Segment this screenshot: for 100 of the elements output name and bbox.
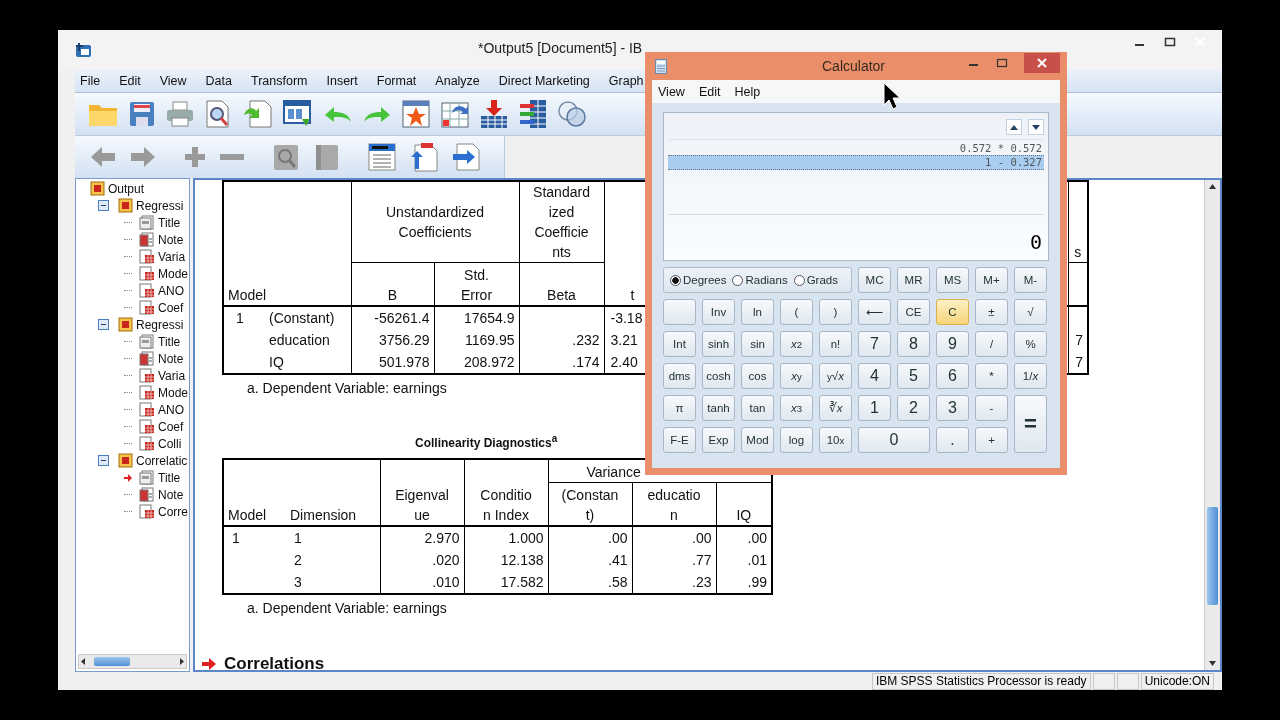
printer-icon[interactable] bbox=[165, 100, 195, 128]
calculator-key[interactable]: sin bbox=[741, 331, 774, 357]
tree-item[interactable]: Output bbox=[108, 181, 145, 196]
tree-item[interactable]: Correlatic bbox=[136, 453, 188, 468]
calculator-key[interactable]: ⟵ bbox=[858, 299, 891, 325]
calculator-key[interactable]: tanh bbox=[702, 395, 735, 421]
horizontal-scrollbar[interactable] bbox=[78, 654, 187, 669]
calculator-key[interactable]: ( bbox=[780, 299, 813, 325]
scroll-right-icon[interactable] bbox=[177, 656, 186, 667]
page-up-arrow-icon[interactable] bbox=[409, 141, 439, 173]
star-table-icon[interactable] bbox=[401, 99, 431, 129]
magnifier-page-icon[interactable] bbox=[271, 142, 301, 172]
menu-item[interactable]: Direct Marketing bbox=[498, 74, 590, 88]
calculator-key[interactable]: 8 bbox=[897, 331, 930, 357]
calculator-key[interactable]: ± bbox=[975, 299, 1008, 325]
tree-item[interactable]: Varia bbox=[158, 249, 186, 264]
menu-item[interactable]: Graph bbox=[608, 74, 644, 88]
tree-item[interactable]: Varia bbox=[158, 368, 186, 383]
calculator-key[interactable]: F-E bbox=[663, 427, 696, 453]
menu-item[interactable]: Edit bbox=[698, 84, 721, 99]
memory-key[interactable]: M+ bbox=[975, 267, 1008, 293]
tree-item[interactable]: Title bbox=[158, 215, 181, 230]
calculator-key[interactable]: cosh bbox=[702, 363, 735, 389]
calculator-key[interactable]: √ bbox=[1014, 299, 1047, 325]
page-right-arrow-icon[interactable] bbox=[451, 142, 481, 172]
tree-item[interactable]: Note bbox=[158, 487, 184, 502]
calculator-key[interactable]: tan bbox=[741, 395, 774, 421]
calculator-key[interactable]: 2 bbox=[897, 395, 930, 421]
tree-item[interactable]: Mode bbox=[158, 385, 189, 400]
calculator-key[interactable]: 1/x bbox=[1014, 363, 1047, 389]
calculator-key[interactable]: % bbox=[1014, 331, 1047, 357]
tree-item[interactable]: Note bbox=[158, 351, 184, 366]
history-up-button[interactable] bbox=[1006, 119, 1022, 135]
menu-item[interactable]: View bbox=[658, 84, 685, 99]
maximize-icon[interactable] bbox=[996, 58, 1008, 68]
calculator-key[interactable]: . bbox=[936, 427, 969, 453]
calculator-key[interactable]: + bbox=[975, 427, 1008, 453]
calculator-key[interactable]: 0 bbox=[858, 427, 930, 453]
calculator-key[interactable]: cos bbox=[741, 363, 774, 389]
table-arrow-icon[interactable] bbox=[440, 99, 470, 129]
forward-arrow-icon[interactable] bbox=[129, 145, 157, 169]
menu-item[interactable]: Analyze bbox=[435, 74, 480, 88]
menu-item[interactable]: Help bbox=[734, 84, 761, 99]
calculator-key[interactable]: 3 bbox=[936, 395, 969, 421]
menu-item[interactable]: Format bbox=[376, 74, 417, 88]
calculator-key[interactable]: 9 bbox=[936, 331, 969, 357]
menu-item[interactable]: Transform bbox=[251, 74, 308, 88]
tree-item[interactable]: ANO bbox=[158, 283, 184, 298]
scroll-down-icon[interactable] bbox=[1207, 659, 1218, 668]
back-arrow-icon[interactable] bbox=[89, 145, 117, 169]
plus-icon[interactable] bbox=[183, 145, 207, 169]
calculator-key[interactable]: Exp bbox=[702, 427, 735, 453]
circles-icon[interactable] bbox=[557, 99, 587, 129]
vertical-scrollbar[interactable] bbox=[1204, 180, 1220, 670]
calculator-key[interactable]: 1 bbox=[858, 395, 891, 421]
tree-item[interactable]: Regressi bbox=[136, 198, 184, 213]
calculator-key[interactable]: / bbox=[975, 331, 1008, 357]
calculator-key[interactable]: 4 bbox=[858, 363, 891, 389]
calculator-key[interactable]: dms bbox=[663, 363, 696, 389]
designate-window-icon[interactable] bbox=[367, 142, 397, 172]
tree-item[interactable]: Coef bbox=[158, 300, 184, 315]
radio-option[interactable]: Grads bbox=[793, 274, 838, 286]
close-button[interactable] bbox=[1024, 53, 1060, 73]
tree-item[interactable]: Note bbox=[158, 232, 184, 247]
calculator-key[interactable]: n! bbox=[819, 331, 852, 357]
memory-key[interactable]: M- bbox=[1014, 267, 1047, 293]
menu-item[interactable]: View bbox=[159, 74, 187, 88]
menu-item[interactable]: Edit bbox=[119, 74, 141, 88]
book-icon[interactable] bbox=[313, 142, 341, 172]
calculator-key[interactable]: ln bbox=[741, 299, 774, 325]
menu-item[interactable]: Insert bbox=[326, 74, 358, 88]
collapse-icon[interactable] bbox=[98, 455, 109, 466]
tree-item[interactable]: Regressi bbox=[136, 317, 184, 332]
calculator-key[interactable]: 7 bbox=[858, 331, 891, 357]
memory-key[interactable]: MC bbox=[858, 267, 891, 293]
menu-item[interactable]: File bbox=[80, 74, 101, 88]
calculator-key[interactable]: 6 bbox=[936, 363, 969, 389]
calculator-key[interactable]: Int bbox=[663, 331, 696, 357]
calculator-key[interactable]: ∛x bbox=[819, 395, 852, 421]
variables-icon[interactable] bbox=[518, 98, 548, 130]
tree-item[interactable]: Colli bbox=[158, 436, 182, 451]
tree-item[interactable]: Coef bbox=[158, 419, 184, 434]
export-icon[interactable] bbox=[241, 99, 273, 129]
memory-key[interactable]: MR bbox=[897, 267, 930, 293]
radio-option[interactable]: Radians bbox=[732, 274, 788, 286]
scroll-up-icon[interactable] bbox=[1207, 182, 1218, 191]
history-down-button[interactable] bbox=[1028, 119, 1044, 135]
table-down-arrow-icon[interactable] bbox=[479, 98, 509, 130]
tree-item[interactable]: Mode bbox=[158, 266, 189, 281]
calculator-key[interactable]: ) bbox=[819, 299, 852, 325]
print-preview-icon[interactable] bbox=[204, 99, 232, 129]
calculator-key[interactable]: Inv bbox=[702, 299, 735, 325]
tree-item[interactable]: ANO bbox=[158, 402, 184, 417]
calculator-key[interactable]: log bbox=[780, 427, 813, 453]
maximize-icon[interactable] bbox=[1164, 37, 1176, 47]
tree-item[interactable]: Title bbox=[158, 470, 181, 485]
collapse-icon[interactable] bbox=[98, 319, 109, 330]
menu-item[interactable]: Data bbox=[205, 74, 232, 88]
calculator-key[interactable]: π bbox=[663, 395, 696, 421]
calculator-key[interactable]: = bbox=[1014, 395, 1047, 453]
